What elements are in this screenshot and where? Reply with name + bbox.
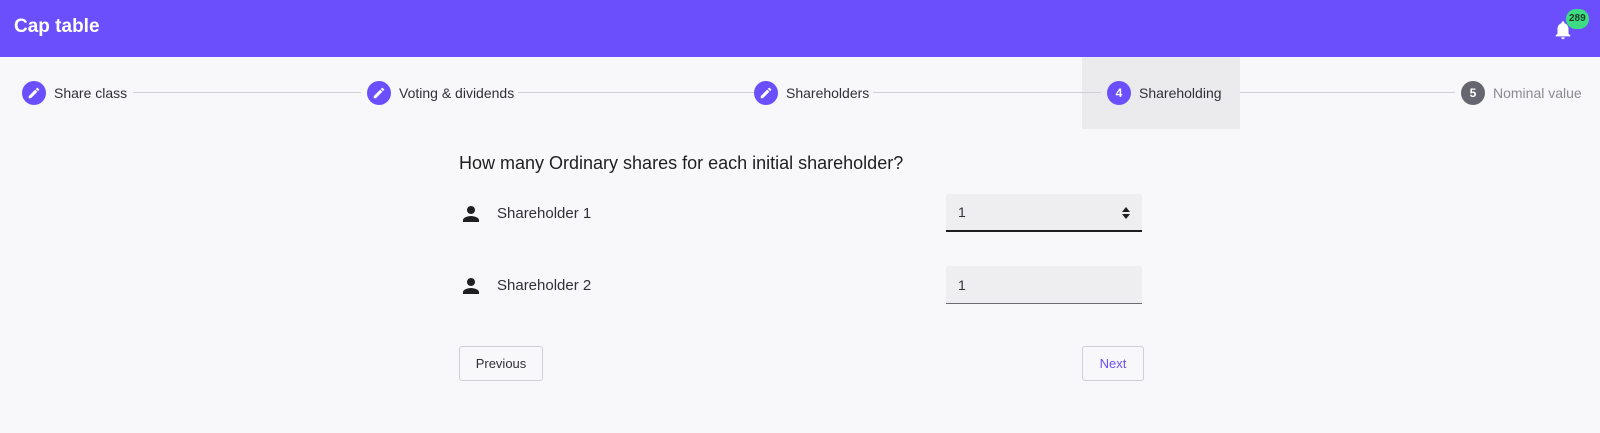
shares-value: 1: [958, 204, 966, 220]
shareholder-row: Shareholder 1 1: [459, 194, 1142, 234]
step-label: Nominal value: [1493, 85, 1582, 101]
stepper: Share class Voting & dividends Sharehold…: [0, 57, 1600, 129]
step-shareholding[interactable]: 4 Shareholding: [1107, 57, 1222, 129]
shareholder-row: Shareholder 2 1: [459, 266, 1142, 306]
step-label: Shareholders: [786, 85, 870, 101]
pencil-icon: [754, 81, 778, 105]
step-voting-dividends[interactable]: Voting & dividends: [367, 57, 514, 129]
step-connector: [873, 92, 1101, 93]
step-connector: [1240, 92, 1455, 93]
step-shareholders[interactable]: Shareholders: [754, 57, 869, 129]
shares-input[interactable]: 1: [946, 194, 1142, 232]
step-connector: [518, 92, 756, 93]
person-icon: [463, 206, 479, 222]
notifications-button[interactable]: 289: [1552, 9, 1589, 44]
shares-value: 1: [958, 276, 966, 293]
next-button[interactable]: Next: [1082, 346, 1144, 381]
step-number: 5: [1461, 81, 1485, 105]
pencil-icon: [367, 81, 391, 105]
spinner-icon[interactable]: [1122, 207, 1130, 219]
pencil-icon: [22, 81, 46, 105]
app-header: Cap table 289: [0, 0, 1600, 57]
step-label: Voting & dividends: [399, 85, 515, 101]
previous-button[interactable]: Previous: [459, 346, 543, 381]
shares-input[interactable]: 1: [946, 266, 1142, 304]
person-icon: [463, 278, 479, 294]
step-number: 4: [1107, 81, 1131, 105]
step-share-class[interactable]: Share class: [22, 57, 127, 129]
step-label: Share class: [54, 85, 128, 101]
shareholder-name: Shareholder 1: [497, 205, 592, 222]
app-title: Cap table: [14, 16, 100, 37]
notification-count-badge: 289: [1566, 9, 1589, 29]
form-question: How many Ordinary shares for each initia…: [459, 153, 904, 173]
shareholder-name: Shareholder 2: [497, 277, 592, 294]
step-nominal-value[interactable]: 5 Nominal value: [1461, 57, 1582, 129]
step-label: Shareholding: [1139, 85, 1222, 101]
step-connector: [133, 92, 361, 93]
